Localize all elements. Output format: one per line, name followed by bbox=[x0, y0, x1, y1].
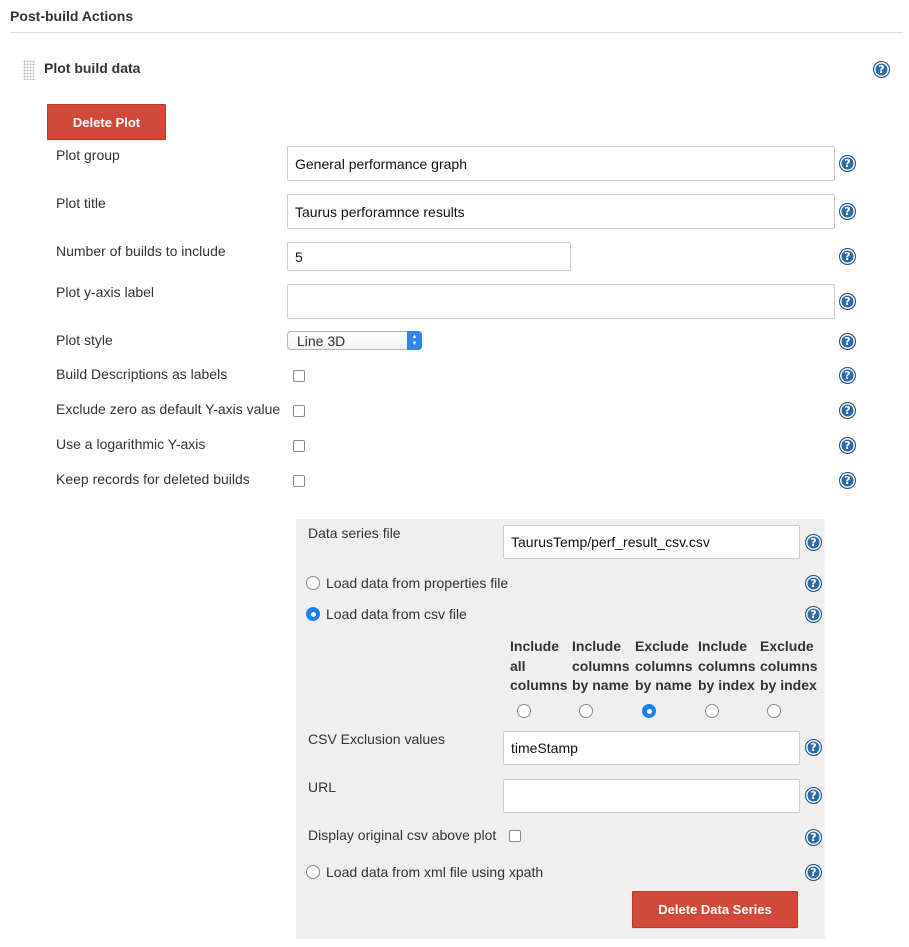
csv-option-exclude-by-index-radio[interactable] bbox=[767, 704, 781, 718]
csv-exclusion-input[interactable]: timeStamp bbox=[503, 731, 800, 765]
plot-style-label: Plot style bbox=[56, 332, 113, 348]
csv-option-exclude-by-name-header: Exclude columns by name bbox=[635, 638, 693, 693]
load-properties-label: Load data from properties file bbox=[326, 575, 509, 591]
csv-option-include-by-index-radio[interactable] bbox=[705, 704, 719, 718]
keep-records-checkbox[interactable] bbox=[293, 475, 305, 487]
updown-chevron-icon: ▲ ▼ bbox=[407, 331, 422, 350]
exclude-zero-checkbox[interactable] bbox=[293, 405, 305, 417]
load-csv-label: Load data from csv file bbox=[326, 606, 467, 622]
load-xml-label: Load data from xml file using xpath bbox=[326, 864, 544, 880]
plot-group-label: Plot group bbox=[56, 147, 120, 163]
help-icon[interactable]: ? bbox=[839, 437, 856, 454]
csv-option-include-by-name-radio[interactable] bbox=[579, 704, 593, 718]
csv-option-include-all-radio[interactable] bbox=[517, 704, 531, 718]
num-builds-input[interactable]: 5 bbox=[287, 242, 571, 271]
delete-data-series-button[interactable]: Delete Data Series bbox=[632, 891, 798, 928]
help-icon[interactable]: ? bbox=[839, 402, 856, 419]
help-icon[interactable]: ? bbox=[873, 61, 890, 78]
log-y-axis-label: Use a logarithmic Y-axis bbox=[56, 436, 206, 452]
num-builds-label: Number of builds to include bbox=[56, 243, 226, 259]
csv-option-include-by-index-header: Include columns by index bbox=[698, 638, 756, 693]
csv-option-include-by-name-header: Include columns by name bbox=[572, 638, 630, 693]
help-icon[interactable]: ? bbox=[805, 739, 822, 756]
delete-plot-button[interactable]: Delete Plot bbox=[47, 104, 166, 140]
help-icon[interactable]: ? bbox=[839, 367, 856, 384]
help-icon[interactable]: ? bbox=[805, 829, 822, 846]
url-input[interactable] bbox=[503, 779, 800, 813]
plot-group-input[interactable]: General performance graph bbox=[287, 146, 835, 181]
plot-style-selected: Line 3D bbox=[297, 332, 346, 349]
csv-option-exclude-by-index-header: Exclude columns by index bbox=[760, 638, 818, 693]
exclude-zero-label: Exclude zero as default Y-axis value bbox=[56, 401, 281, 417]
section-title: Post-build Actions bbox=[10, 8, 134, 24]
build-desc-labels-checkbox[interactable] bbox=[293, 370, 305, 382]
keep-records-label: Keep records for deleted builds bbox=[56, 471, 250, 487]
data-series-file-label: Data series file bbox=[308, 525, 401, 541]
help-icon[interactable]: ? bbox=[805, 606, 822, 623]
help-icon[interactable]: ? bbox=[839, 472, 856, 489]
help-icon[interactable]: ? bbox=[805, 575, 822, 592]
load-xml-radio[interactable] bbox=[306, 865, 320, 879]
csv-exclusion-label: CSV Exclusion values bbox=[308, 731, 445, 747]
display-original-checkbox[interactable] bbox=[509, 830, 521, 842]
drag-handle-icon[interactable] bbox=[23, 60, 35, 80]
display-original-label: Display original csv above plot bbox=[308, 827, 497, 843]
help-icon[interactable]: ? bbox=[839, 203, 856, 220]
log-y-axis-checkbox[interactable] bbox=[293, 440, 305, 452]
load-properties-radio[interactable] bbox=[306, 576, 320, 590]
plot-title-input[interactable]: Taurus perforamnce results bbox=[287, 194, 835, 229]
plot-block-title: Plot build data bbox=[44, 60, 141, 76]
data-series-file-input[interactable]: TaurusTemp/perf_result_csv.csv bbox=[503, 525, 800, 559]
help-icon[interactable]: ? bbox=[839, 155, 856, 172]
build-desc-labels-label: Build Descriptions as labels bbox=[56, 366, 228, 382]
y-axis-label-input[interactable] bbox=[287, 284, 835, 319]
plot-title-label: Plot title bbox=[56, 195, 106, 211]
plot-style-select[interactable]: Line 3D ▲ ▼ bbox=[287, 331, 422, 350]
help-icon[interactable]: ? bbox=[805, 787, 822, 804]
help-icon[interactable]: ? bbox=[839, 248, 856, 265]
y-axis-label-label: Plot y-axis label bbox=[56, 284, 155, 300]
section-divider bbox=[10, 32, 903, 33]
help-icon[interactable]: ? bbox=[839, 293, 856, 310]
help-icon[interactable]: ? bbox=[805, 534, 822, 551]
help-icon[interactable]: ? bbox=[805, 864, 822, 881]
load-csv-radio[interactable] bbox=[306, 607, 320, 621]
url-label: URL bbox=[308, 779, 337, 795]
help-icon[interactable]: ? bbox=[839, 333, 856, 350]
csv-option-include-all-header: Include all columns bbox=[510, 638, 568, 693]
csv-option-exclude-by-name-radio[interactable] bbox=[642, 704, 656, 718]
